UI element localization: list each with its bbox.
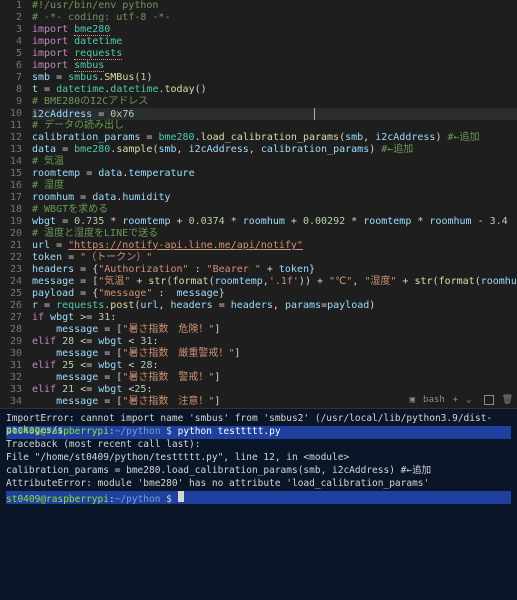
code-line[interactable]: roomhum = data.humidity <box>32 192 517 204</box>
line-number: 29 <box>0 336 22 348</box>
code-line[interactable]: payload = {"message" : message} <box>32 288 517 300</box>
code-line[interactable]: #!/usr/bin/env python <box>32 0 517 12</box>
terminal-panel[interactable]: ImportError: cannot import name 'smbus' … <box>0 408 517 600</box>
line-number: 10 <box>0 108 22 120</box>
code-line[interactable]: message = ["暑さ指数 警戒！"] <box>32 372 517 384</box>
line-number: 3 <box>0 24 22 36</box>
terminal-line: st0409@raspberrypi:~/python $ <box>6 491 511 504</box>
split-panel-icon[interactable] <box>484 395 494 405</box>
terminal-command: python testtttt.py <box>178 426 281 437</box>
line-number: 19 <box>0 216 22 228</box>
line-number: 16 <box>0 180 22 192</box>
code-line[interactable]: import bme280 <box>32 24 517 36</box>
code-line[interactable]: if wbgt >= 31: <box>32 312 517 324</box>
code-line[interactable]: message = ["暑さ指数 厳重警戒！"] <box>32 348 517 360</box>
line-number: 14 <box>0 156 22 168</box>
terminal-line: File "/home/st0409/python/testtttt.py", … <box>6 452 511 465</box>
code-line[interactable]: # 温度と湿度をLINEで送る <box>32 228 517 240</box>
prompt-user: st0409@raspberrypi <box>6 494 109 505</box>
code-line[interactable]: elif 25 <= wbgt < 28: <box>32 360 517 372</box>
prompt-path: ~/python <box>115 426 161 437</box>
line-number: 21 <box>0 240 22 252</box>
terminal-cursor <box>178 491 184 502</box>
code-line[interactable]: # 湿度 <box>32 180 517 192</box>
code-line[interactable]: # WBGTを求める <box>32 204 517 216</box>
code-line[interactable]: wbgt = 0.735 * roomtemp + 0.0374 * roomh… <box>32 216 517 228</box>
line-number: 33 <box>0 384 22 396</box>
editor-statusbar: ▣ bash + ⌄ 🗑 <box>410 392 513 408</box>
line-number: 2 <box>0 12 22 24</box>
code-line[interactable]: # データの読み出し <box>32 120 517 132</box>
code-line[interactable]: r = requests.post(url, headers = headers… <box>32 300 517 312</box>
line-number: 34 <box>0 396 22 408</box>
code-line[interactable]: i2cAddress = 0x76 <box>32 108 517 120</box>
text-cursor <box>314 108 315 120</box>
prompt-path: ~/python <box>115 494 161 505</box>
code-editor[interactable]: 1234567891011121314151617181920212223242… <box>0 0 517 408</box>
line-number: 23 <box>0 264 22 276</box>
line-number: 30 <box>0 348 22 360</box>
line-number: 32 <box>0 372 22 384</box>
code-line[interactable]: # -*- coding: utf-8 -*- <box>32 12 517 24</box>
code-line[interactable]: headers = {"Authorization" : "Bearer " +… <box>32 264 517 276</box>
code-line[interactable]: message = ["暑さ指数 危険！"] <box>32 324 517 336</box>
code-line[interactable]: roomtemp = data.temperature <box>32 168 517 180</box>
line-number-gutter: 1234567891011121314151617181920212223242… <box>0 0 28 408</box>
code-line[interactable]: data = bme280.sample(smb, i2cAddress, ca… <box>32 144 517 156</box>
prompt-user: st0409@raspberrypi <box>6 426 109 437</box>
line-number: 6 <box>0 60 22 72</box>
line-number: 1 <box>0 0 22 12</box>
line-number: 7 <box>0 72 22 84</box>
line-number: 12 <box>0 132 22 144</box>
line-number: 15 <box>0 168 22 180</box>
line-number: 4 <box>0 36 22 48</box>
line-number: 8 <box>0 84 22 96</box>
code-line[interactable]: url = "https://notify-api.line.me/api/no… <box>32 240 517 252</box>
code-line[interactable]: message = ["気温" + str(format(roomtemp,'.… <box>32 276 517 288</box>
chevron-down-icon[interactable]: ⌄ <box>466 395 471 405</box>
line-number: 20 <box>0 228 22 240</box>
line-number: 31 <box>0 360 22 372</box>
code-line[interactable]: import datetime <box>32 36 517 48</box>
shell-indicator-icon: ▣ <box>410 395 415 405</box>
line-number: 24 <box>0 276 22 288</box>
line-number: 9 <box>0 96 22 108</box>
line-number: 26 <box>0 300 22 312</box>
line-number: 25 <box>0 288 22 300</box>
code-content[interactable]: #!/usr/bin/env python# -*- coding: utf-8… <box>32 0 517 408</box>
code-line[interactable]: import smbus <box>32 60 517 72</box>
terminal-line: AttributeError: module 'bme280' has no a… <box>6 478 511 491</box>
plus-icon[interactable]: + <box>453 395 458 405</box>
code-line[interactable]: # 気温 <box>32 156 517 168</box>
terminal-line: st0409@raspberrypi:~/python $ python tes… <box>6 426 511 439</box>
terminal-line: calibration_params = bme280.load_calibra… <box>6 465 511 478</box>
code-line[interactable]: # BME280のI2Cアドレス <box>32 96 517 108</box>
line-number: 18 <box>0 204 22 216</box>
line-number: 11 <box>0 120 22 132</box>
line-number: 22 <box>0 252 22 264</box>
line-number: 13 <box>0 144 22 156</box>
line-number: 5 <box>0 48 22 60</box>
line-number: 27 <box>0 312 22 324</box>
terminal-line: ImportError: cannot import name 'smbus' … <box>6 413 511 426</box>
code-line[interactable]: t = datetime.datetime.today() <box>32 84 517 96</box>
shell-label: bash <box>423 395 445 405</box>
code-line[interactable]: calibration_params = bme280.load_calibra… <box>32 132 517 144</box>
code-line[interactable]: elif 28 <= wbgt < 31: <box>32 336 517 348</box>
line-number: 28 <box>0 324 22 336</box>
terminal-line: Traceback (most recent call last): <box>6 439 511 452</box>
line-number: 17 <box>0 192 22 204</box>
trash-icon[interactable]: 🗑 <box>502 395 513 405</box>
code-line[interactable]: smb = smbus.SMBus(1) <box>32 72 517 84</box>
code-line[interactable]: token = "（トークン）" <box>32 252 517 264</box>
code-line[interactable]: import requests <box>32 48 517 60</box>
